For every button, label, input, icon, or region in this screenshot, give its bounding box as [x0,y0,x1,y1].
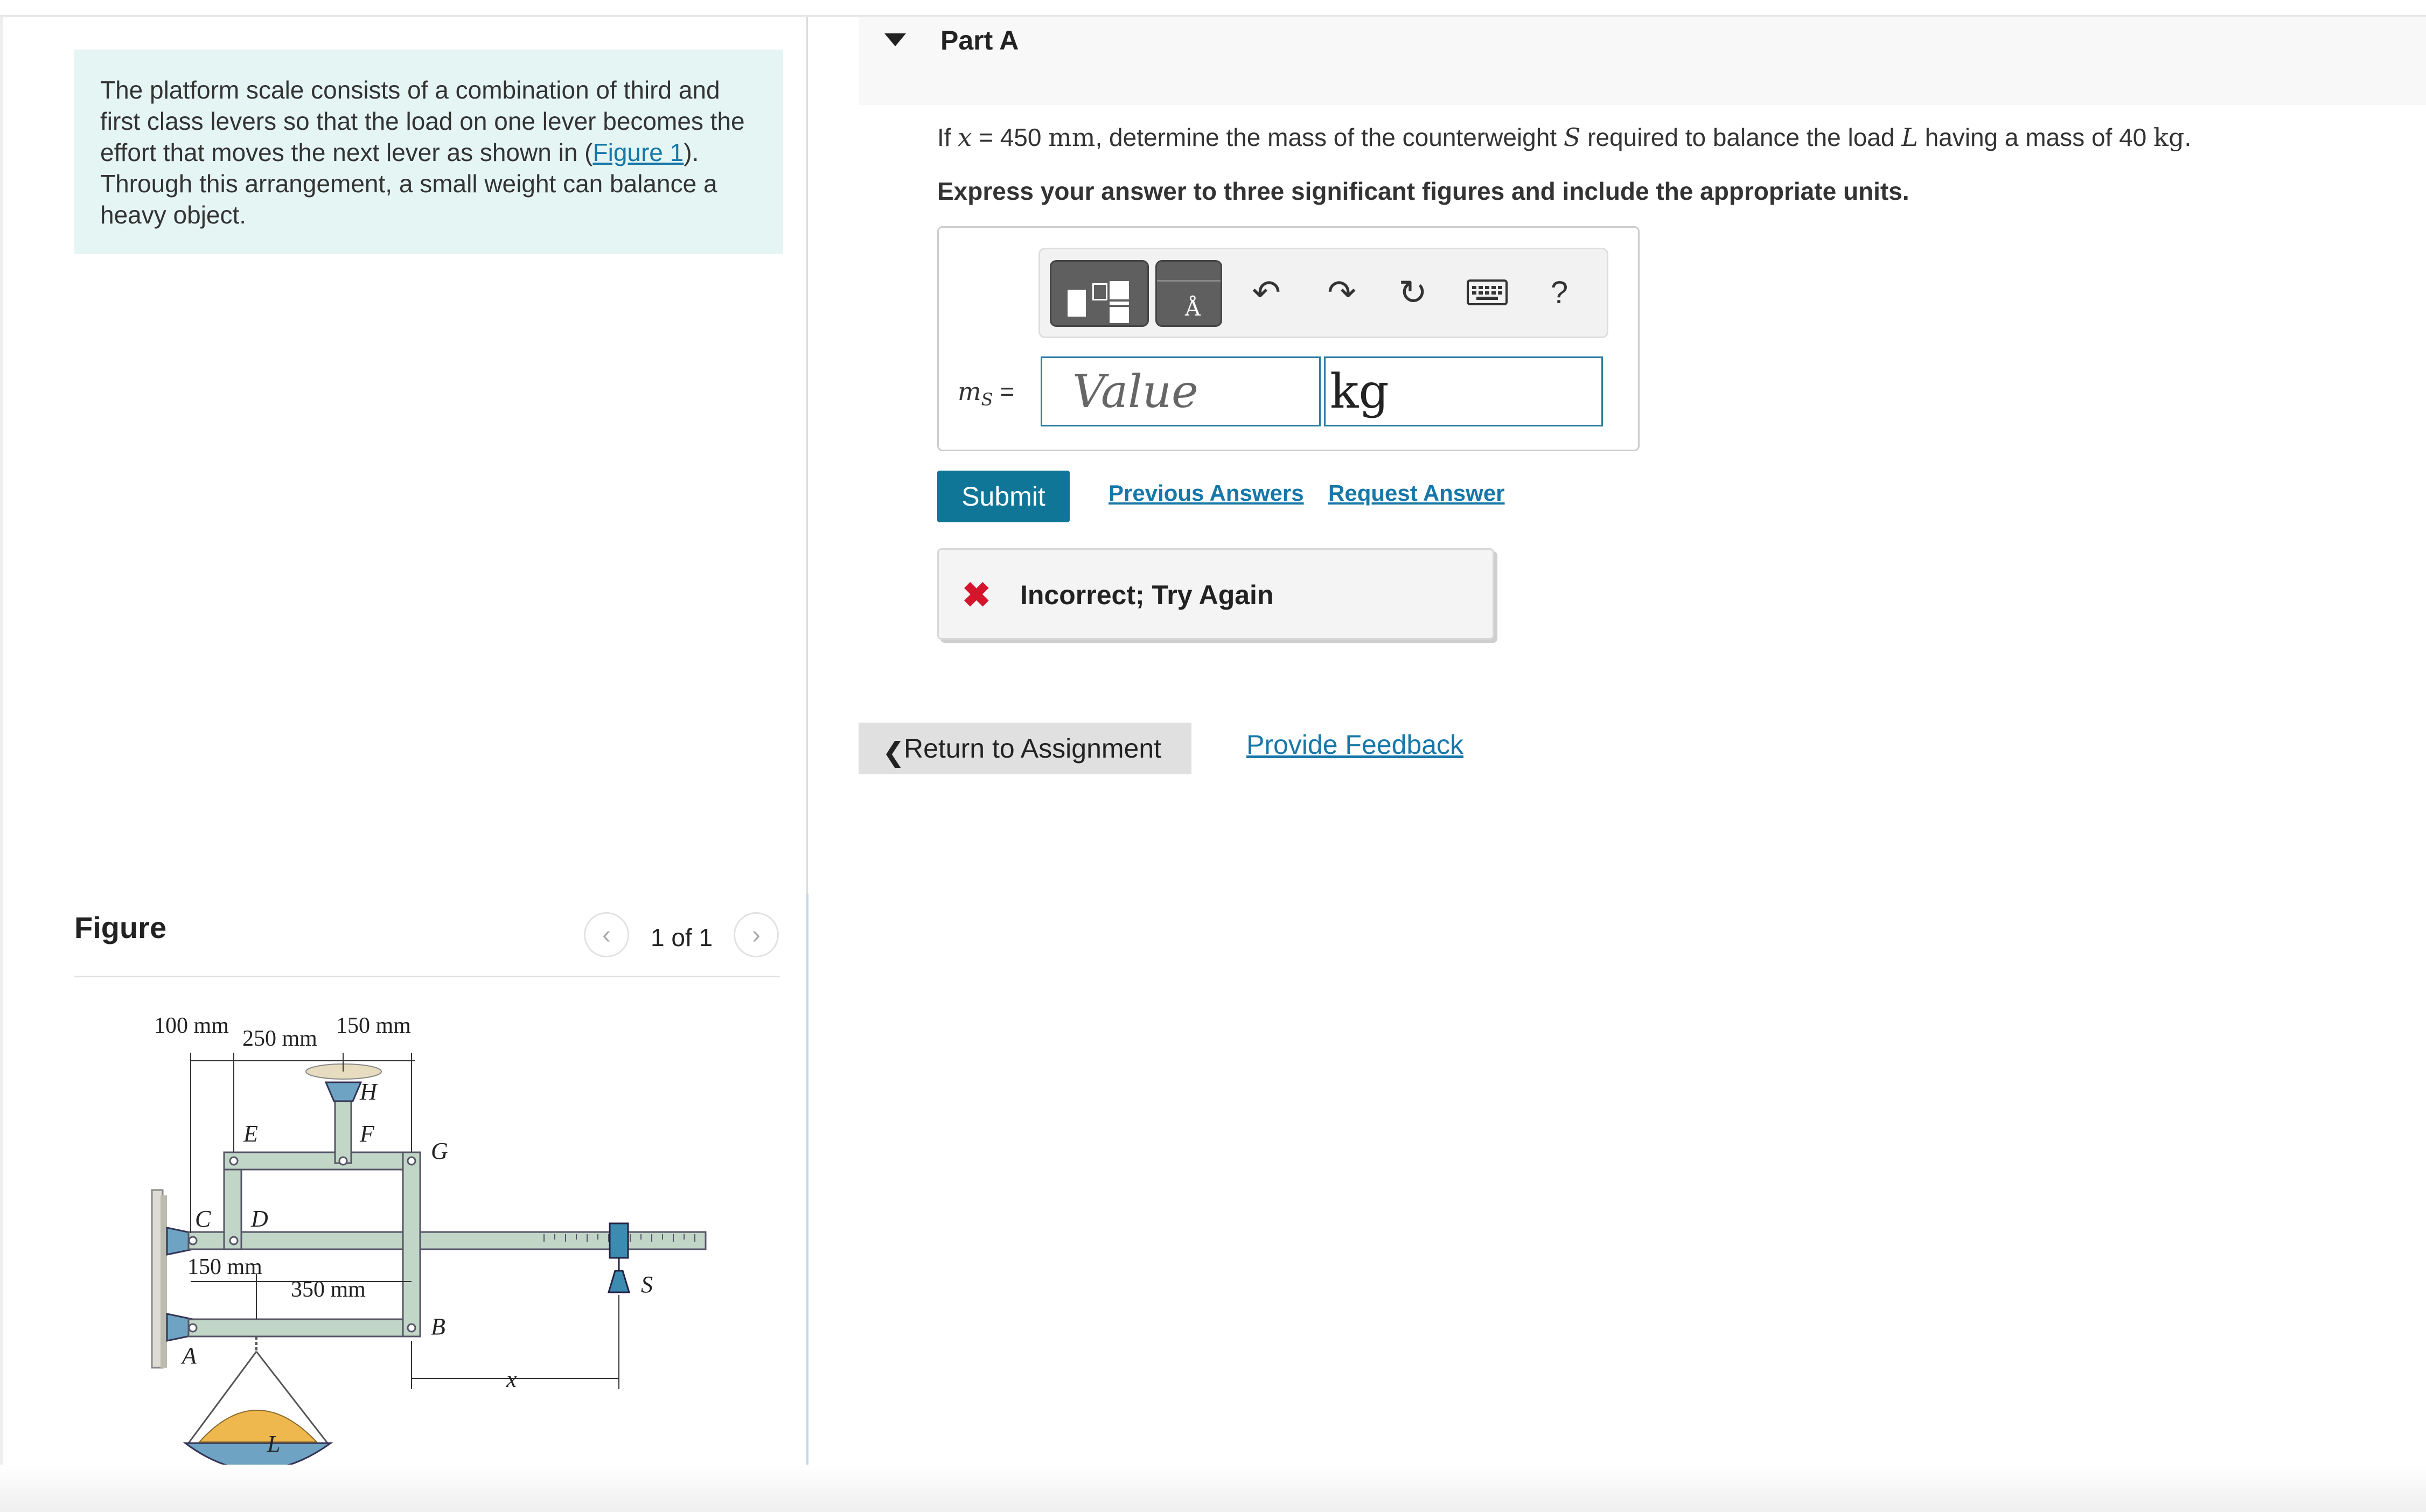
templates-icon[interactable] [1050,260,1149,327]
counterweight-s [607,1270,631,1293]
part-title[interactable]: Part A [940,25,1019,56]
wall-shade [161,1195,167,1368]
feedback-text: Incorrect; Try Again [1020,580,1274,610]
value-input[interactable]: Value [1041,356,1321,426]
figure-prev-button[interactable]: ‹ [584,912,629,957]
label-b: B [431,1313,445,1340]
counterweight-hanger [609,1222,629,1259]
label-x: x [506,1366,517,1392]
dim-150mm-top: 150 mm [336,1013,411,1038]
chevron-left-icon: ‹ [602,920,611,949]
return-to-assignment-button[interactable]: Return to Assignment [859,723,1191,774]
chevron-right-icon: › [752,920,761,949]
return-label: Return to Assignment [904,733,1162,764]
figure-counter: 1 of 1 [651,923,713,951]
label-c: C [195,1206,211,1232]
dim-350mm: 350 mm [291,1277,366,1302]
redo-icon[interactable]: ↷ [1320,271,1363,314]
question-text: If x = 450 mm, determine the mass of the… [937,123,2192,152]
answer-label: mS = [958,377,1015,410]
load-sand [198,1410,318,1443]
dim-150mm-low: 150 mm [187,1255,262,1279]
post-f [334,1097,352,1164]
chevron-left-icon: ❮ [882,737,905,767]
help-icon[interactable]: ? [1538,271,1581,314]
reset-icon[interactable]: ↻ [1391,271,1434,314]
platform-scale-figure: 100 mm 250 mm 150 mm 150 mm 350 mm H E F… [151,1013,707,1471]
undo-icon[interactable]: ↶ [1245,271,1288,314]
error-x-icon: ✖ [962,576,991,614]
previous-answers-link[interactable]: Previous Answers [1109,480,1304,506]
label-a: A [180,1342,197,1369]
provide-feedback-link[interactable]: Provide Feedback [1246,729,1463,760]
panel-divider-handle[interactable] [806,894,808,1512]
figure-divider [74,976,780,977]
math-toolbar: Å ↶ ↷ ↻ ? [1038,248,1608,338]
keyboard-icon[interactable] [1466,271,1509,314]
label-l: L [267,1431,280,1457]
label-s: S [641,1271,653,1298]
bottom-fade [0,1465,2426,1512]
instruction-text: Express your answer to three significant… [937,177,1909,205]
dim-250mm: 250 mm [242,1026,317,1051]
figure-next-button[interactable]: › [734,912,779,957]
label-h: H [359,1079,378,1105]
figure-link[interactable]: Figure 1 [593,138,684,166]
label-f: F [359,1121,375,1147]
lever-ab [187,1318,421,1338]
label-e: E [243,1121,258,1147]
lever-eg [223,1151,419,1171]
dim-100mm: 100 mm [154,1013,229,1038]
problem-intro: The platform scale consists of a combina… [74,50,783,254]
left-edge [0,17,3,1512]
figure-title: Figure [74,911,167,944]
request-answer-link[interactable]: Request Answer [1328,480,1505,506]
beam [231,1231,707,1250]
collapse-arrow-icon[interactable] [884,33,906,46]
part-header[interactable] [859,17,2426,105]
platform-h [324,1081,362,1102]
symbols-icon[interactable]: Å [1155,260,1222,327]
label-g: G [431,1138,448,1164]
unit-input[interactable]: kg [1324,356,1603,426]
link-gb [402,1151,421,1338]
label-d: D [250,1206,268,1232]
submit-button[interactable]: Submit [937,471,1070,522]
